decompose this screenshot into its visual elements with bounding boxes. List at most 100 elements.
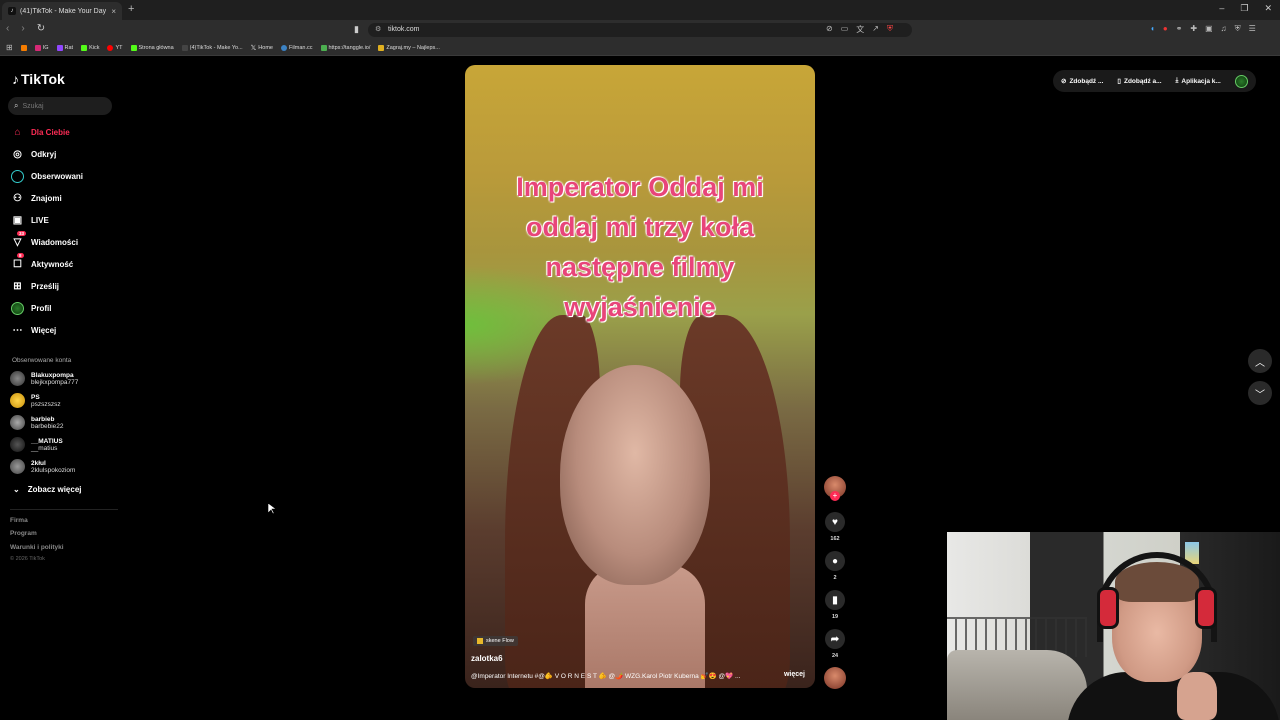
share-icon[interactable]: ↗: [872, 24, 879, 35]
search-input[interactable]: ⌕ Szukaj: [8, 97, 112, 115]
brave-shield-icon[interactable]: ⛨: [887, 24, 893, 35]
comment-button[interactable]: ● 2: [824, 551, 846, 581]
bookmark[interactable]: 𝕏 Home: [251, 44, 273, 52]
avatar: [10, 437, 25, 452]
filman-icon: [280, 44, 287, 51]
nav-more[interactable]: ⋯ Więcej: [11, 324, 57, 337]
nav-following[interactable]: Obserwowani: [11, 170, 83, 183]
avatar: [10, 371, 25, 386]
search-icon: ⌕: [14, 101, 19, 110]
get-app-button[interactable]: ▯ Zdobądź a...: [1117, 77, 1161, 86]
kick-icon: [81, 44, 88, 51]
nav-for-you[interactable]: ⌂ Dla Ciebie: [11, 126, 69, 139]
nav-activity[interactable]: ☐ 8 Aktywność: [11, 253, 73, 271]
extension-icon[interactable]: ◖: [1150, 24, 1155, 34]
headset-earcup: [1097, 587, 1119, 629]
followed-account[interactable]: barbieb barbebie22: [10, 415, 64, 430]
bookmark[interactable]: IG: [34, 44, 49, 51]
messages-icon: ▽ 33: [13, 231, 27, 248]
nav-upload[interactable]: ⊞ Prześlij: [11, 280, 59, 293]
video-author[interactable]: zalotka6: [471, 654, 503, 663]
new-tab-button[interactable]: +: [128, 3, 134, 15]
followed-account[interactable]: Blakuxpompa blejkxpompa777: [10, 371, 78, 386]
previous-video-button[interactable]: ︿: [1248, 349, 1272, 373]
vpn-icon[interactable]: ⛨: [1235, 24, 1241, 34]
tiktok-icon: [181, 44, 188, 51]
divider: [10, 509, 118, 510]
youtube-icon: [107, 44, 114, 51]
desktop-app-button[interactable]: ⤓ Aplikacja k...: [1176, 77, 1221, 85]
followed-account[interactable]: PS pszszszsz: [10, 393, 61, 408]
upload-icon: ⊞: [13, 281, 22, 292]
media-icon[interactable]: ♫: [1221, 24, 1227, 34]
phone-icon: ▯: [1117, 78, 1121, 85]
bookmark[interactable]: (4)TikTok - Make Yo...: [181, 44, 243, 51]
nav-messages[interactable]: ▽ 33 Wiadomości: [11, 231, 78, 249]
menu-icon[interactable]: ☰: [1249, 24, 1256, 34]
nav-live[interactable]: ▣ LIVE: [11, 214, 49, 227]
apps-grid-icon[interactable]: ⊞: [6, 43, 13, 52]
headset-earcup: [1195, 587, 1217, 629]
search-placeholder: Szukaj: [22, 102, 44, 110]
cast-icon[interactable]: ▭: [841, 24, 849, 35]
bookmark[interactable]: Filman.cc: [280, 44, 313, 51]
reload-icon[interactable]: ↻: [37, 23, 45, 34]
video-player[interactable]: Imperator Oddaj mi oddaj mi trzy koła na…: [465, 65, 815, 688]
heart-icon: ♥: [825, 512, 845, 532]
minimize-button[interactable]: –: [1219, 3, 1224, 14]
effect-icon: [477, 638, 483, 644]
footer-link-program[interactable]: Program: [10, 530, 37, 537]
nav-explore[interactable]: ◎ Odkryj: [11, 148, 56, 161]
like-button[interactable]: ♥ 162: [824, 512, 846, 542]
see-more-button[interactable]: ⌄ Zobacz więcej: [13, 485, 82, 494]
no-tracking-icon[interactable]: ⊘: [826, 24, 833, 35]
footer-link-company[interactable]: Firma: [10, 517, 28, 524]
bookmark[interactable]: Kick: [81, 44, 99, 51]
bookmark[interactable]: Zagraj.my – Najleps...: [378, 44, 440, 51]
followed-account[interactable]: 2kłul 2klulspokoziom: [10, 459, 75, 474]
nav-friends[interactable]: ⚇ Znajomi: [11, 192, 62, 205]
bookmark[interactable]: [20, 44, 27, 51]
avatar: [10, 415, 25, 430]
extension-icon[interactable]: ●: [1163, 24, 1168, 34]
copyright: © 2026 TikTok: [10, 556, 45, 562]
share-button[interactable]: ➦ 24: [824, 629, 846, 659]
save-button[interactable]: ▮ 19: [824, 590, 846, 620]
bookmark[interactable]: https://tanggle.io/: [320, 44, 370, 51]
back-icon[interactable]: ‹: [6, 23, 9, 34]
followed-account[interactable]: __MATIUS __matius: [10, 437, 63, 452]
bookmark[interactable]: Strona główna: [130, 44, 174, 51]
forward-icon[interactable]: ›: [21, 23, 24, 34]
address-bar-row: ‹ › ↻ ▮ ⚙ tiktok.com ⊘ ▭ 文 ↗ ⛨ ◖ ● ⚭ ✚ ▣…: [0, 20, 1280, 40]
tiktok-logo[interactable]: ♪ TikTok: [12, 71, 65, 87]
next-video-button[interactable]: ﹀: [1248, 381, 1272, 405]
user-avatar[interactable]: [1234, 74, 1248, 88]
sidebar-icon[interactable]: ▣: [1205, 24, 1213, 34]
activity-icon: ☐ 8: [13, 253, 24, 270]
tab-close-icon[interactable]: ×: [111, 7, 116, 16]
tanggle-icon: [320, 44, 327, 51]
extensions-icon[interactable]: ✚: [1190, 24, 1197, 34]
webcam-bed: [947, 650, 1087, 720]
bookmark-page-icon[interactable]: ▮: [354, 24, 359, 35]
friends-icon: ⚇: [13, 193, 22, 204]
site-info-icon[interactable]: ⚙: [375, 25, 381, 33]
extension-icon[interactable]: ⚭: [1176, 24, 1183, 34]
more-link[interactable]: więcej: [784, 671, 805, 678]
bookmark[interactable]: Rat: [56, 44, 73, 51]
get-coins-button[interactable]: ⊘ Zdobądź ...: [1061, 77, 1103, 86]
footer-link-terms[interactable]: Warunki i polityki: [10, 544, 64, 551]
music-disc-avatar[interactable]: [824, 667, 846, 689]
maximize-button[interactable]: ❐: [1240, 3, 1248, 14]
activity-badge: 8: [17, 253, 24, 258]
bookmark[interactable]: YT: [107, 44, 123, 51]
kick-icon: [130, 44, 137, 51]
coin-icon: ⊘: [1061, 78, 1067, 85]
browser-tab[interactable]: ♪ (41)TikTok - Make Your Day ×: [2, 2, 122, 20]
nav-profile[interactable]: Profil: [11, 302, 51, 315]
translate-icon[interactable]: 文: [856, 24, 864, 35]
close-window-button[interactable]: ✕: [1264, 3, 1272, 14]
follow-plus-icon[interactable]: +: [830, 491, 840, 501]
effect-tag[interactable]: skene Flow: [473, 636, 518, 646]
webcam-person-hand: [1177, 672, 1217, 720]
